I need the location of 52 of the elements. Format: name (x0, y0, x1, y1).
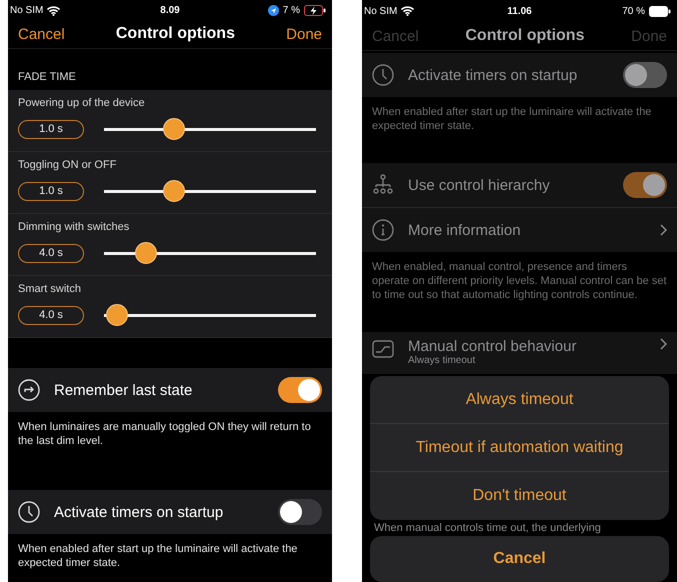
screen-title: Control options (116, 25, 235, 44)
chevron-icon (660, 224, 667, 236)
slider-label: Dimming with switches (18, 221, 130, 233)
setting-value: Always timeout (408, 355, 476, 366)
battery-percent: 70 % (622, 6, 645, 17)
setting-label: Remember last state (54, 382, 194, 398)
slider-thumb[interactable] (135, 242, 158, 264)
toggle-switch[interactable] (278, 377, 322, 403)
clock-time: 11.06 (507, 6, 532, 17)
setting-label: More information (408, 222, 522, 238)
done-button[interactable]: Done (286, 26, 322, 43)
setting-description: When enabled after start up the luminaire will activate the expected timer state. (371, 105, 652, 134)
slider-label: Toggling ON or OFF (18, 159, 118, 171)
toggle-switch[interactable] (278, 499, 322, 525)
slider-thumb[interactable] (162, 118, 185, 140)
setting-label: Activate timers on startup (54, 504, 224, 520)
chevron-icon (660, 338, 667, 350)
cancel-button[interactable]: Cancel (18, 26, 65, 43)
battery-percent: 7 % (282, 5, 300, 16)
wifi-icon (47, 6, 60, 16)
slider-label: Powering up of the device (18, 97, 146, 109)
setting-description: When enabled, manual control, presence and timers operate on different priority levels. Manual control can be set to time out so that automatic lighting controls continue. (371, 260, 668, 303)
toggle-switch[interactable] (623, 62, 667, 88)
slider-label: Smart switch (18, 283, 82, 295)
setting-label: Manual control behaviour (408, 338, 578, 355)
value-field[interactable]: 1.0 s (18, 182, 84, 200)
setting-label: Activate timers on startup (408, 66, 578, 84)
setting-description: When manual controls time out, the underlying (373, 521, 602, 536)
carrier-text: No SIM (10, 5, 44, 16)
value-field[interactable]: 4.0 s (18, 244, 84, 262)
clock-icon (372, 64, 394, 86)
slider-thumb[interactable] (162, 180, 185, 202)
section-header: FADE TIME (18, 71, 76, 83)
wifi-icon (401, 6, 414, 16)
step-chart-icon (372, 338, 394, 360)
setting-description: When enabled after start up the luminaire will activate the expected timer state. (17, 542, 298, 571)
sheet-cancel-button[interactable]: Cancel (370, 536, 669, 582)
toggle-switch[interactable] (623, 172, 667, 198)
value-field[interactable]: 4.0 s (18, 306, 84, 324)
screen-title: Control options (465, 27, 584, 46)
slider-thumb[interactable] (106, 304, 128, 326)
carrier-text: No SIM (364, 6, 398, 17)
clock-time: 8.09 (160, 5, 180, 16)
sheet-option[interactable]: Don't timeout (370, 472, 669, 520)
sheet-option[interactable]: Timeout if automation waiting (370, 424, 669, 472)
info-icon (372, 219, 394, 241)
setting-label: Use control hierarchy (408, 176, 551, 194)
clock-icon (18, 501, 40, 523)
setting-description: When luminaires are manually toggled ON they will return to the last dim level. (17, 420, 312, 449)
value-field[interactable]: 1.0 s (18, 120, 84, 138)
hierarchy-icon (372, 174, 394, 196)
sheet-option[interactable]: Always timeout (370, 376, 669, 424)
